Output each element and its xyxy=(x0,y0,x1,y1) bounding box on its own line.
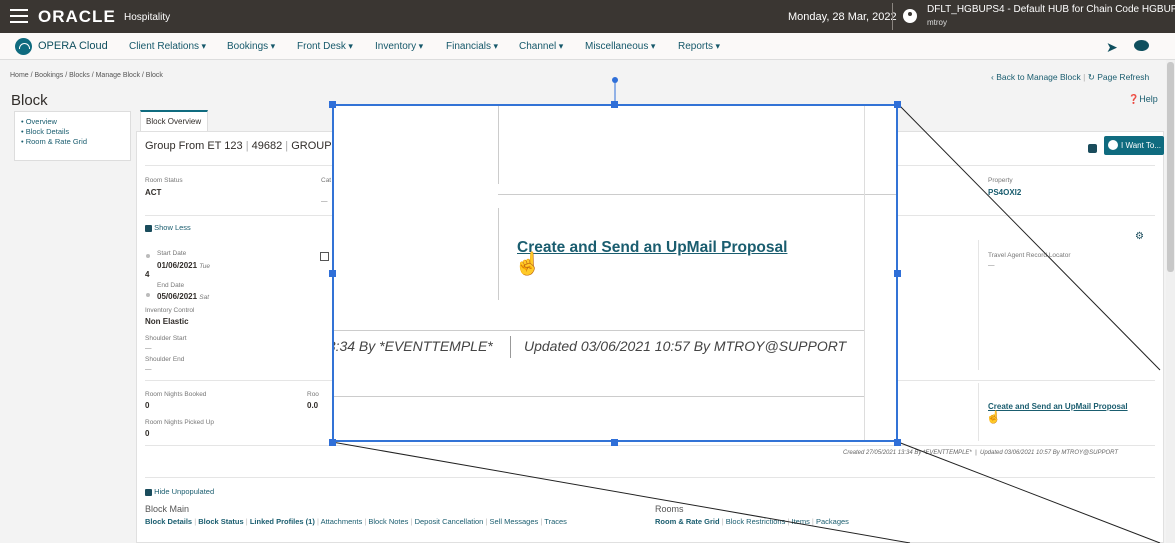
divider xyxy=(334,396,864,397)
resize-handle[interactable] xyxy=(329,270,336,277)
resize-handle[interactable] xyxy=(611,439,618,446)
hand-cursor-icon: ☝ xyxy=(514,251,542,276)
zoom-upmail-link[interactable]: Create and Send an UpMail Proposal xyxy=(517,239,787,257)
divider xyxy=(498,194,896,195)
zoom-created-info: 13:34 By *EVENTTEMPLE* xyxy=(332,338,493,354)
divider xyxy=(334,330,864,331)
divider xyxy=(510,336,511,358)
resize-handle[interactable] xyxy=(329,101,336,108)
resize-handle[interactable] xyxy=(894,439,901,446)
divider xyxy=(498,208,499,300)
divider xyxy=(864,106,865,440)
resize-handle[interactable] xyxy=(894,270,901,277)
zoom-magnifier: Create and Send an UpMail Proposal ☝ 13:… xyxy=(332,104,898,442)
zoom-updated-info: Updated 03/06/2021 10:57 By MTROY@SUPPOR… xyxy=(524,338,847,354)
resize-handle[interactable] xyxy=(329,439,336,446)
resize-handle[interactable] xyxy=(894,101,901,108)
divider xyxy=(498,106,499,184)
resize-handle[interactable] xyxy=(611,101,618,108)
